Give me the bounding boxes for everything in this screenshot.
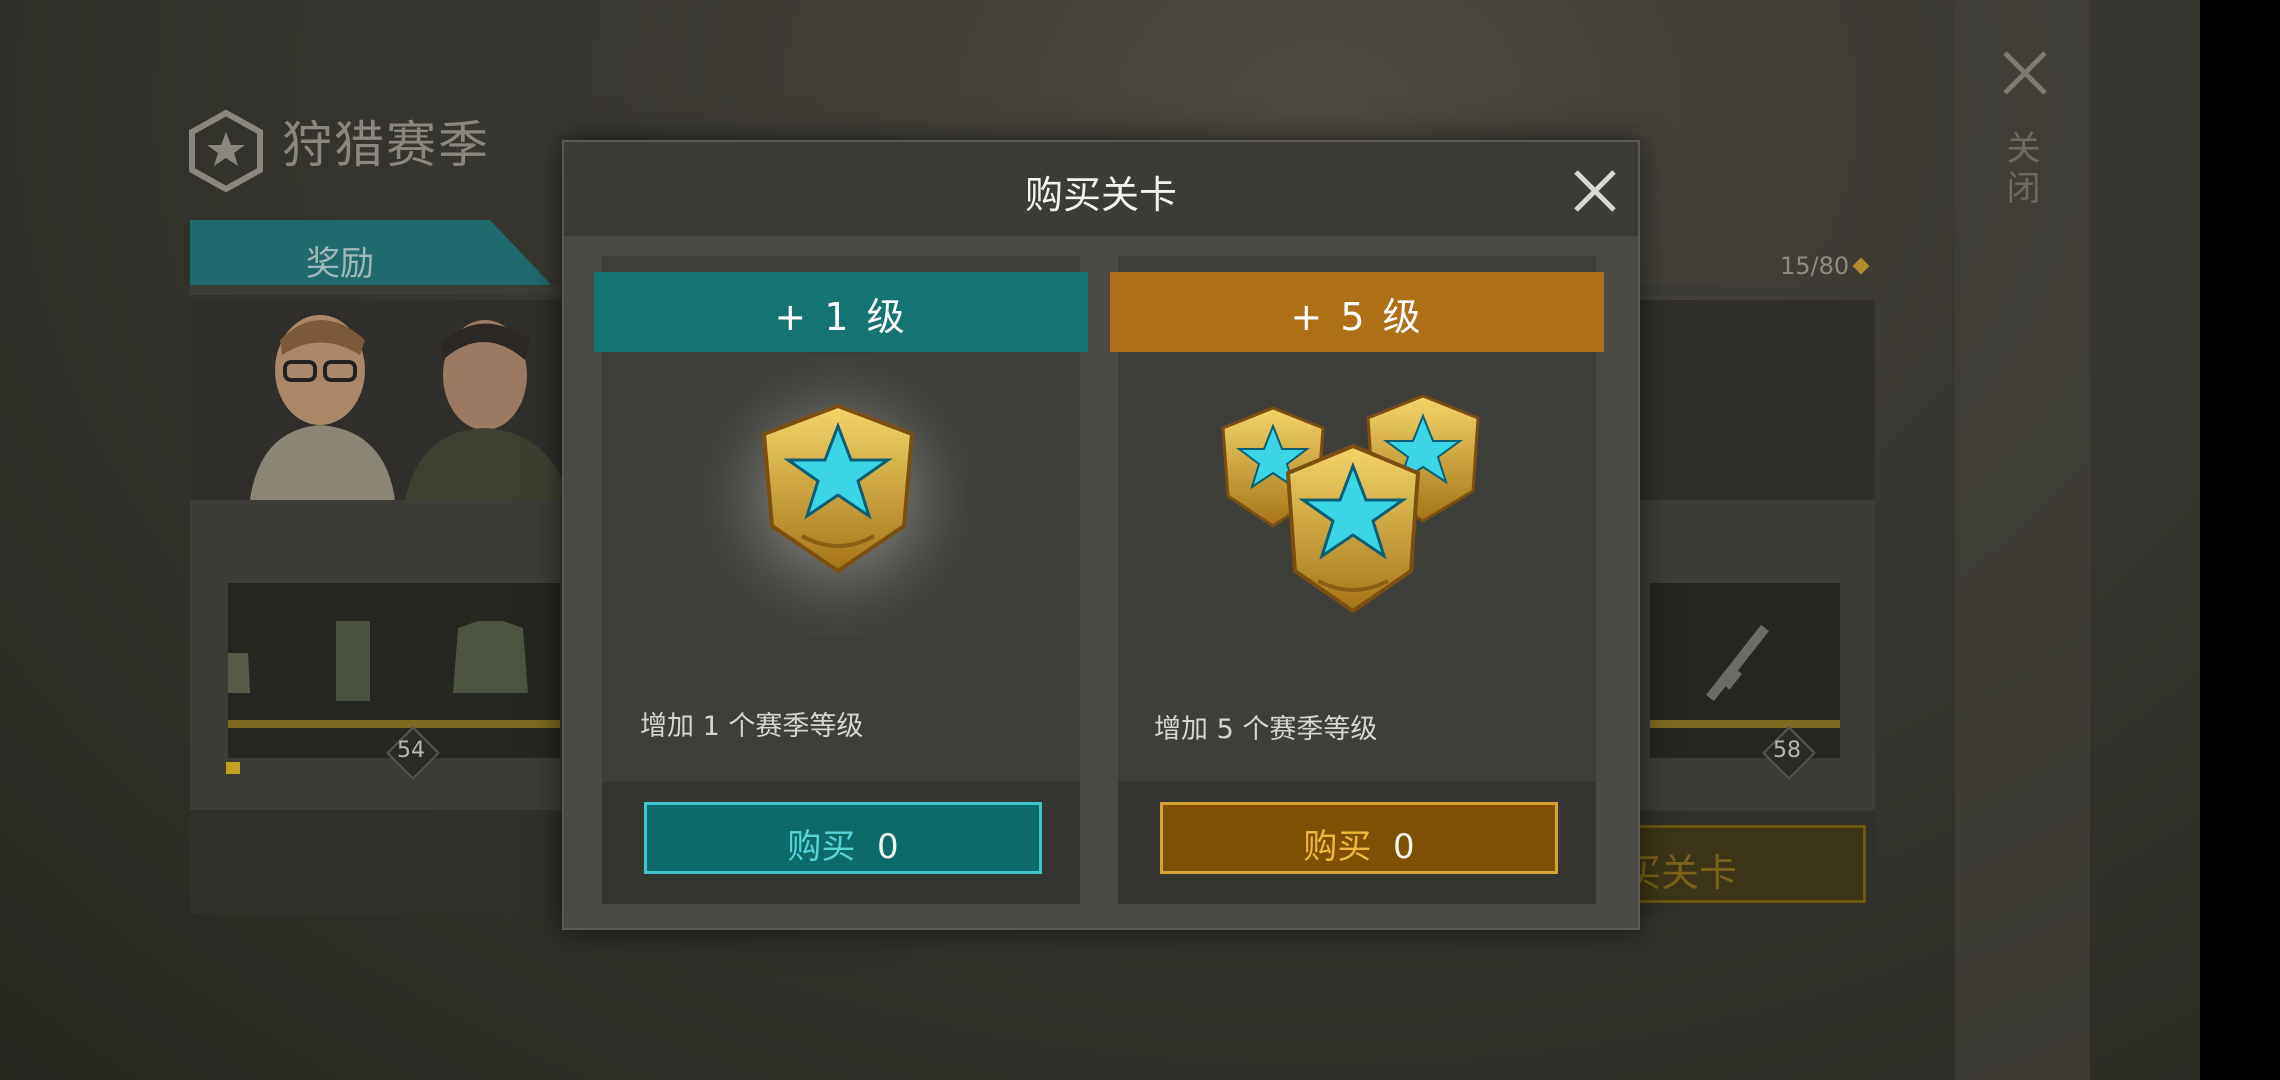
progress-marker xyxy=(226,762,240,774)
card-header-label: + 5 级 xyxy=(1290,295,1424,339)
card-header-1: + 1 级 xyxy=(594,272,1088,352)
reward-slot[interactable] xyxy=(228,583,560,758)
card-header-label: + 1 级 xyxy=(774,295,908,339)
close-label[interactable]: 关闭 xyxy=(2000,130,2045,210)
progress-stripe xyxy=(228,720,560,728)
buy-5-levels-button[interactable]: 购买 0 xyxy=(1160,802,1558,874)
multi-medal-icon xyxy=(1221,394,1480,614)
buy-level-label: 买关卡 xyxy=(1623,851,1738,895)
buy-price: 0 xyxy=(1392,827,1415,867)
buy-level-button-bg[interactable]: 买关卡 xyxy=(1620,825,1866,903)
season-emblem-icon xyxy=(189,110,263,192)
close-icon[interactable] xyxy=(1572,168,1618,214)
season-progress: 15/80 xyxy=(1780,252,1850,280)
clothing-items-icon xyxy=(228,621,528,701)
buy-1-level-button[interactable]: 购买 0 xyxy=(644,802,1042,874)
close-icon[interactable] xyxy=(2000,48,2050,98)
single-medal-icon xyxy=(678,356,998,636)
buy-button-label: 购买 0 xyxy=(1303,827,1415,867)
season-title: 狩猎赛季 xyxy=(282,116,490,174)
buy-level-dialog: 购买关卡 + 1 级 增加 1 个赛季等级 购买 0 + 5 级 增加 5 个赛… xyxy=(562,140,1640,930)
dialog-title: 购买关卡 xyxy=(1024,173,1177,217)
rifle-icon xyxy=(1706,624,1769,702)
character-portraits xyxy=(190,300,570,500)
level-badge-number: 54 xyxy=(397,738,425,763)
card-description: 增加 1 个赛季等级 xyxy=(640,711,864,742)
buy-price: 0 xyxy=(876,827,899,867)
progress-stripe xyxy=(1650,720,1840,728)
card-description: 增加 5 个赛季等级 xyxy=(1154,714,1378,745)
screen-edge xyxy=(2200,0,2280,1080)
tab-rewards-label: 奖励 xyxy=(306,244,374,284)
level-badge-number: 58 xyxy=(1773,738,1801,763)
card-header-5: + 5 级 xyxy=(1110,272,1604,352)
buy-button-label: 购买 0 xyxy=(787,827,899,867)
reward-slot[interactable] xyxy=(1650,583,1840,758)
